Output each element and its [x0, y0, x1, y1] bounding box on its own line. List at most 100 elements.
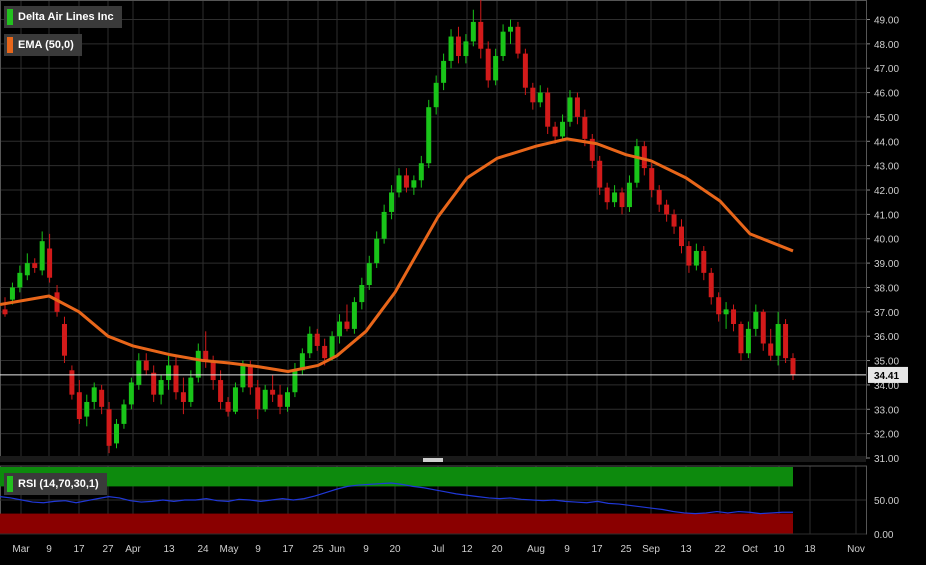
candle-body — [210, 360, 216, 381]
candle-body — [151, 372, 157, 395]
candle-body — [173, 365, 179, 393]
legend-rsi-label: RSI (14,70,30,1) — [18, 478, 99, 490]
candle-body — [232, 387, 238, 412]
candle-body — [418, 163, 424, 181]
x-tick-label: 22 — [714, 544, 726, 555]
legend-symbol[interactable]: Delta Air Lines Inc — [4, 6, 122, 28]
legend-ema[interactable]: EMA (50,0) — [4, 34, 82, 56]
rsi-y-tick-label: 50.00 — [874, 496, 899, 507]
candle-body — [351, 302, 357, 329]
y-tick-label: 49.00 — [874, 15, 899, 26]
candle-body — [745, 328, 751, 354]
candle-body — [76, 392, 82, 420]
candle-body — [91, 387, 97, 402]
candle-body — [522, 53, 528, 88]
candle-body — [389, 192, 395, 212]
candle-body — [322, 345, 328, 359]
candle-body — [753, 311, 759, 329]
chart-stage: 49.00 48.00 47.00 46.00 45.00 44.00 43.00 42.00… — [0, 0, 926, 560]
y-tick-label: 48.00 — [874, 40, 899, 51]
candle-body — [470, 21, 476, 42]
candle-body — [441, 60, 447, 83]
rsi-y-tick-label: 0.00 — [874, 530, 894, 541]
y-tick-label: 39.00 — [874, 259, 899, 270]
y-tick-label: 41.00 — [874, 210, 899, 221]
candle-body — [671, 214, 677, 227]
candle-body — [136, 360, 142, 385]
candle-body — [515, 26, 521, 54]
candle-body — [277, 394, 283, 407]
x-tick-label: 9 — [564, 544, 570, 555]
candle-body — [396, 175, 402, 193]
candle-body — [455, 36, 461, 57]
candle-body — [158, 380, 164, 395]
candle-body — [188, 377, 194, 402]
candle-body — [24, 263, 30, 276]
candle-body — [47, 248, 53, 278]
legend-symbol-swatch — [7, 9, 13, 25]
candle-body — [99, 389, 105, 407]
x-tick-label: 24 — [197, 544, 209, 555]
y-tick-label: 47.00 — [874, 64, 899, 75]
legend-rsi[interactable]: RSI (14,70,30,1) — [4, 473, 107, 495]
y-tick-label: 38.00 — [874, 283, 899, 294]
x-tick-label: 27 — [102, 544, 114, 555]
legend-ema-swatch — [7, 37, 13, 53]
candle-body — [17, 272, 23, 288]
x-tick-label: 9 — [46, 544, 52, 555]
candle-body — [270, 389, 276, 395]
candle-body — [314, 333, 320, 346]
candle-body — [656, 190, 662, 205]
rsi-line — [0, 482, 793, 515]
candle-body — [337, 321, 343, 337]
candle-body — [359, 285, 365, 303]
candle-body — [664, 204, 670, 215]
x-tick-label: 20 — [491, 544, 503, 555]
x-tick-label: 9 — [363, 544, 369, 555]
candle-body — [545, 92, 551, 127]
y-tick-label: 31.00 — [874, 454, 899, 465]
candle-body — [634, 146, 640, 183]
candle-body — [247, 365, 253, 388]
candle-body — [567, 97, 573, 122]
x-tick-label: 17 — [282, 544, 294, 555]
chart-svg: 49.00 48.00 47.00 46.00 45.00 44.00 43.00 42.00… — [0, 0, 908, 555]
x-tick-label: Aug — [527, 544, 545, 555]
candle-body — [619, 192, 625, 208]
y-tick-label: 40.00 — [874, 235, 899, 246]
rsi-oversold-band — [0, 513, 793, 534]
candle-body — [500, 31, 506, 57]
x-tick-label: 18 — [804, 544, 816, 555]
candle-body — [32, 263, 38, 268]
x-tick-label: Jun — [329, 544, 345, 555]
x-tick-label: May — [220, 544, 239, 555]
y-tick-label: 35.00 — [874, 357, 899, 368]
candle-body — [678, 226, 684, 247]
x-tick-label: 17 — [591, 544, 603, 555]
candle-body — [433, 82, 439, 108]
last-price-label: 34.41 — [874, 371, 899, 382]
candle-body — [604, 187, 610, 203]
candle-body — [262, 389, 268, 410]
candle-body — [106, 409, 112, 446]
candle-body — [485, 48, 491, 81]
candle-body — [760, 311, 766, 344]
x-tick-label: Nov — [847, 544, 865, 555]
panel-resize-handle[interactable] — [423, 458, 443, 462]
candle-body — [560, 121, 566, 137]
x-tick-label: Jul — [432, 544, 445, 555]
candle-body — [143, 360, 149, 371]
x-tick-label: 25 — [312, 544, 324, 555]
candle-body — [180, 392, 186, 402]
legend-symbol-label: Delta Air Lines Inc — [18, 11, 114, 23]
candle-body — [701, 250, 707, 273]
candle-body — [723, 309, 729, 315]
x-tick-label: 17 — [73, 544, 85, 555]
candle-body — [69, 370, 75, 395]
y-tick-label: 33.00 — [874, 405, 899, 416]
candle-body — [783, 324, 789, 359]
candle-body — [381, 211, 387, 239]
candle-body — [478, 21, 484, 49]
candle-body — [225, 401, 231, 412]
y-tick-label: 43.00 — [874, 162, 899, 173]
